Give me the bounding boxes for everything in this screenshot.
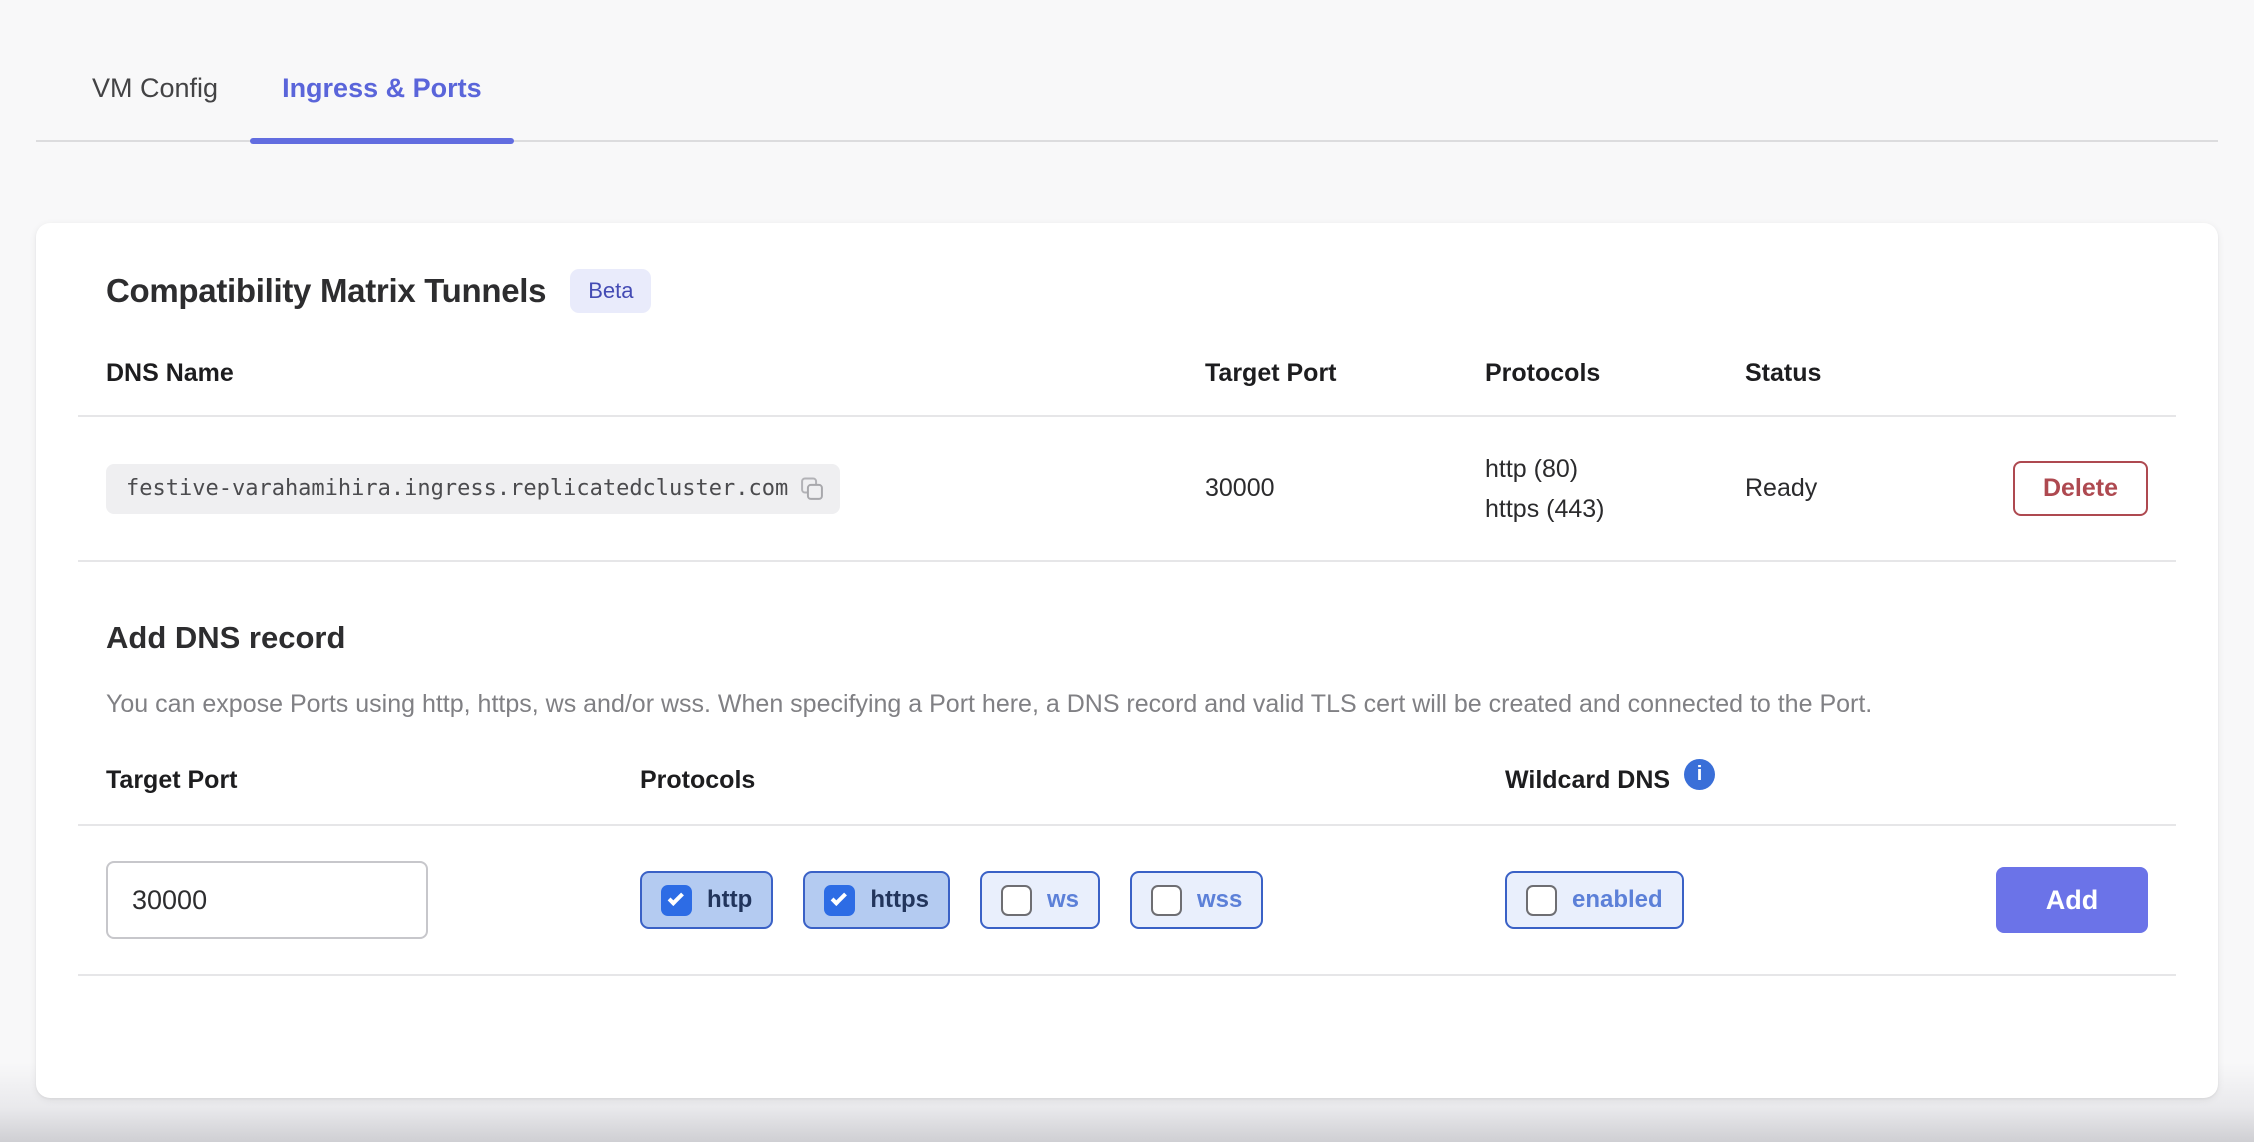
col-header-actions — [1990, 359, 2148, 388]
protocol-checkbox-http[interactable]: http — [640, 871, 773, 929]
tab-bar: VM Config Ingress & Ports — [36, 0, 2218, 142]
panel-header: Compatibility Matrix Tunnels Beta — [78, 223, 2176, 313]
add-dns-form-row: http https ws wss — [78, 826, 2176, 976]
dns-name-cell: festive-varahamihira.ingress.replicatedc… — [106, 464, 1205, 514]
copy-icon[interactable] — [798, 475, 826, 503]
tab-vm-config[interactable]: VM Config — [60, 73, 250, 140]
checkbox-icon — [1526, 885, 1557, 916]
wildcard-option-label: enabled — [1572, 886, 1663, 914]
protocol-line-http: http (80) — [1485, 449, 1745, 489]
wildcard-enabled-checkbox[interactable]: enabled — [1505, 871, 1684, 929]
form-label-wildcard-dns: Wildcard DNS i — [1505, 766, 1990, 797]
check-icon — [831, 890, 847, 906]
add-dns-description: You can expose Ports using http, https, … — [106, 684, 2106, 724]
form-label-protocols: Protocols — [640, 766, 1505, 797]
wildcard-option-wrap: enabled — [1505, 871, 1990, 929]
add-dns-form-header: Target Port Protocols Wildcard DNS i — [78, 766, 2176, 826]
target-port-field-wrap — [106, 861, 640, 939]
wildcard-dns-label: Wildcard DNS — [1505, 766, 1670, 795]
col-header-protocols: Protocols — [1485, 359, 1745, 388]
add-dns-heading: Add DNS record — [106, 620, 2148, 656]
protocol-option-label: http — [707, 886, 752, 914]
form-label-target-port: Target Port — [106, 766, 640, 797]
delete-button[interactable]: Delete — [2013, 461, 2148, 516]
protocol-checkbox-https[interactable]: https — [803, 871, 950, 929]
table-row: festive-varahamihira.ingress.replicatedc… — [78, 417, 2176, 562]
col-header-status: Status — [1745, 359, 1990, 388]
protocols-cell: http (80) https (443) — [1485, 449, 1745, 529]
form-label-actions — [1990, 766, 2148, 797]
checkbox-icon — [661, 885, 692, 916]
check-icon — [668, 890, 684, 906]
info-icon[interactable]: i — [1684, 759, 1715, 790]
tunnels-table-header: DNS Name Target Port Protocols Status — [78, 359, 2176, 417]
target-port-cell: 30000 — [1205, 474, 1485, 503]
protocol-checkbox-wss[interactable]: wss — [1130, 871, 1263, 929]
target-port-input[interactable] — [106, 861, 428, 939]
protocol-line-https: https (443) — [1485, 489, 1745, 529]
status-cell: Ready — [1745, 474, 1990, 503]
col-header-target-port: Target Port — [1205, 359, 1485, 388]
protocol-option-label: https — [870, 886, 929, 914]
page-title: Compatibility Matrix Tunnels — [106, 272, 546, 310]
dns-name-pill: festive-varahamihira.ingress.replicatedc… — [106, 464, 840, 514]
checkbox-icon — [824, 885, 855, 916]
protocol-option-label: ws — [1047, 886, 1079, 914]
col-header-dns-name: DNS Name — [106, 359, 1205, 388]
tab-ingress-ports[interactable]: Ingress & Ports — [250, 73, 514, 140]
tunnels-panel: Compatibility Matrix Tunnels Beta DNS Na… — [36, 223, 2218, 1098]
checkbox-icon — [1001, 885, 1032, 916]
protocol-option-label: wss — [1197, 886, 1242, 914]
protocol-options: http https ws wss — [640, 871, 1505, 929]
beta-badge: Beta — [570, 269, 651, 313]
add-button[interactable]: Add — [1996, 867, 2148, 933]
checkbox-icon — [1151, 885, 1182, 916]
dns-name-value: festive-varahamihira.ingress.replicatedc… — [126, 476, 788, 501]
protocol-checkbox-ws[interactable]: ws — [980, 871, 1100, 929]
